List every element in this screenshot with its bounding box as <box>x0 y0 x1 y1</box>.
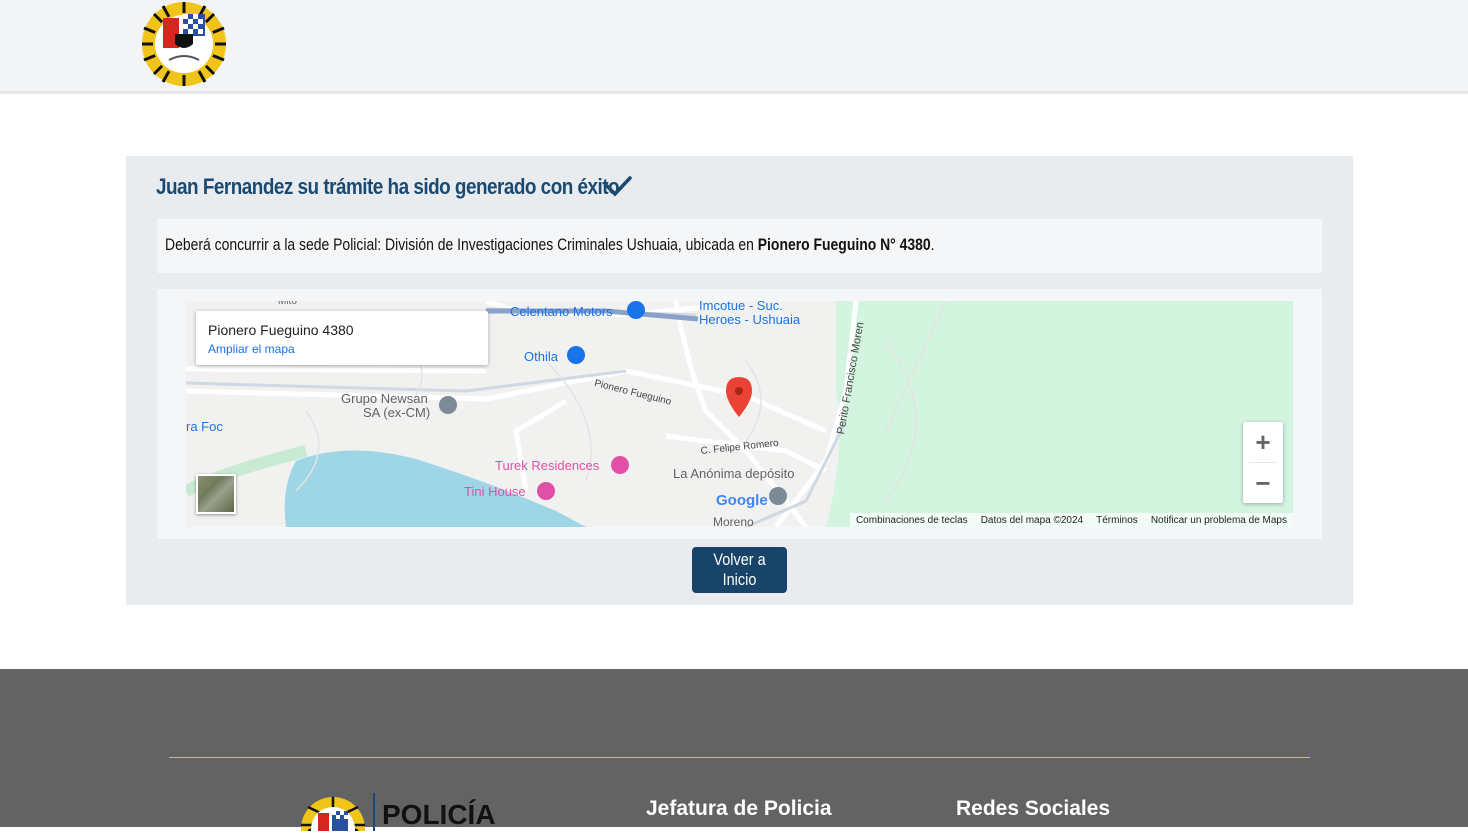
keyboard-shortcuts-link[interactable]: Combinaciones de teclas <box>856 515 968 526</box>
footer-heading-jefatura: Jefatura de Policia <box>646 797 832 820</box>
map-label-imcotue-2[interactable]: Heroes - Ushuaia <box>699 313 800 327</box>
map-label-turek[interactable]: Turek Residences <box>495 459 599 473</box>
top-header <box>0 0 1468 94</box>
map-attribution-bar: Combinaciones de teclas Datos del mapa ©… <box>849 513 1293 527</box>
enlarge-map-link[interactable]: Ampliar el mapa <box>208 342 295 356</box>
google-logo: Google <box>716 492 768 509</box>
map-label-othila[interactable]: Othila <box>524 350 558 364</box>
footer-logo-text: POLICÍA <box>382 799 496 830</box>
park-area <box>826 301 1293 527</box>
map-label-newsan[interactable]: Grupo Newsan <box>341 392 428 406</box>
map-label-mito: Mito <box>278 301 297 307</box>
footer-police-logo[interactable]: POLICÍA <box>298 791 508 836</box>
notice-prefix: Deberá concurrir a la sede Policial: Div… <box>165 235 758 254</box>
place-poi-icon <box>439 396 457 414</box>
map-label-tini[interactable]: Tini House <box>464 485 526 499</box>
hotel-poi-icon <box>611 456 629 474</box>
footer-divider <box>169 757 1310 758</box>
map-label-newsan-2[interactable]: SA (ex-CM) <box>363 406 430 420</box>
map-label-moreno: Moreno <box>713 515 754 527</box>
notice-suffix: . <box>930 235 935 254</box>
map-label-foc[interactable]: ra Foc <box>186 420 223 434</box>
map-container: Celentano Motors Imcotue - Suc. Heroes -… <box>157 289 1322 539</box>
embedded-map[interactable]: Celentano Motors Imcotue - Suc. Heroes -… <box>186 301 1293 527</box>
location-notice: Deberá concurrir a la sede Policial: Div… <box>157 219 1322 273</box>
map-data-credit[interactable]: Datos del mapa ©2024 <box>981 515 1083 526</box>
checkmark-icon <box>605 176 632 197</box>
confirmation-panel: Juan Fernandez su trámite ha sido genera… <box>126 156 1353 605</box>
map-label-celentano[interactable]: Celentano Motors <box>510 305 613 319</box>
place-name: Pionero Fueguino 4380 <box>208 322 354 338</box>
back-to-home-label: Volver a Inicio <box>713 550 766 589</box>
zoom-out-button[interactable]: − <box>1243 463 1283 503</box>
notice-address: Pionero Fueguino N° 4380 <box>757 235 931 254</box>
footer-heading-social: Redes Sociales <box>956 797 1111 820</box>
place-poi-icon-2 <box>769 487 787 505</box>
zoom-controls: + − <box>1243 422 1283 503</box>
hotel-poi-icon-2 <box>537 482 555 500</box>
confirmation-title: Juan Fernandez su trámite ha sido genera… <box>156 174 620 199</box>
place-info-card: Pionero Fueguino 4380 Ampliar el mapa <box>196 311 488 365</box>
footer-crest-icon <box>301 797 365 836</box>
shop-poi-icon <box>567 346 585 364</box>
map-label-anonima[interactable]: La Anónima depósito <box>673 467 794 481</box>
footer-logo-divider <box>373 793 375 831</box>
notice-text: Deberá concurrir a la sede Policial: Div… <box>165 235 935 255</box>
back-to-home-button[interactable]: Volver a Inicio <box>692 547 787 593</box>
zoom-in-button[interactable]: + <box>1243 422 1283 462</box>
report-map-problem-link[interactable]: Notificar un problema de Maps <box>1151 515 1287 526</box>
terms-link[interactable]: Términos <box>1096 515 1138 526</box>
satellite-toggle-thumbnail[interactable] <box>196 474 236 514</box>
site-footer: POLICÍA Jefatura de Policia Redes Social… <box>0 669 1468 836</box>
police-crest-logo[interactable] <box>139 0 229 88</box>
lock-poi-icon <box>627 301 645 319</box>
